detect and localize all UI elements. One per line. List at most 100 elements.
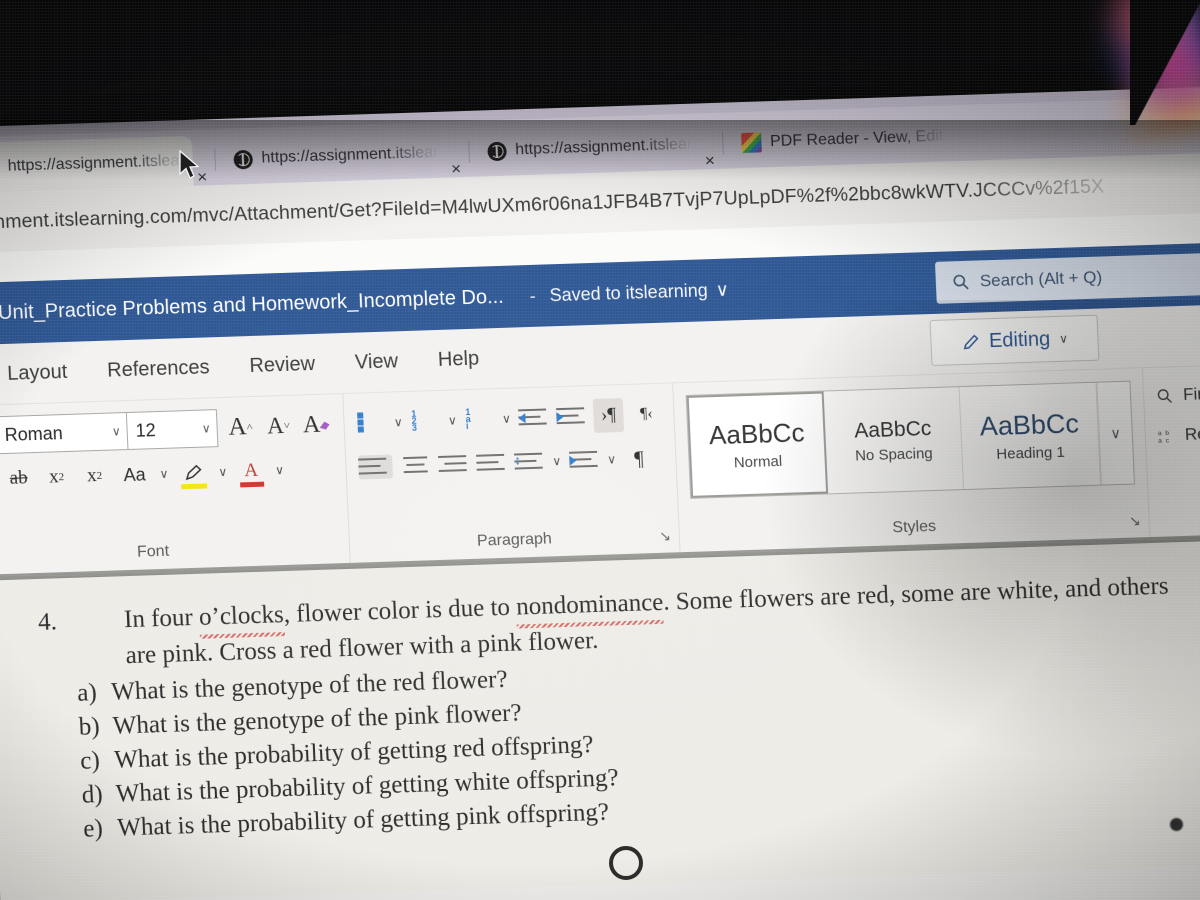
- list-item-letter: b): [78, 713, 101, 741]
- paragraph-text-a: In four: [123, 603, 200, 634]
- shading-caret-icon[interactable]: ∨: [607, 452, 616, 466]
- tab-close-icon-2[interactable]: ×: [447, 159, 466, 178]
- line-spacing-caret-icon[interactable]: ∨: [552, 454, 561, 468]
- right-to-left-icon[interactable]: ¶‹: [631, 397, 662, 432]
- document-page[interactable]: 4. In four o’clocks, flower color is due …: [0, 539, 1200, 900]
- eraser-icon: [319, 421, 330, 430]
- justify-icon[interactable]: [476, 451, 507, 476]
- misspelled-word-nondominance: nondominance: [515, 585, 664, 625]
- font-size-combobox[interactable]: 12 ∨: [126, 409, 219, 450]
- style-preview: AaBbCc: [708, 417, 806, 451]
- save-status[interactable]: - Saved to itslearning ∨: [529, 279, 729, 306]
- paragraph-group-label: Paragraph: [476, 530, 553, 550]
- replace-icon: a b a c: [1158, 429, 1170, 444]
- multilevel-caret-icon[interactable]: ∨: [502, 412, 511, 426]
- style-normal[interactable]: AaBbCc Normal: [686, 391, 828, 498]
- font-group-row-2: U ab x2 x2 Aa ∨: [0, 446, 335, 502]
- subscript-mark: 2: [58, 471, 65, 484]
- subscript-button[interactable]: x2: [41, 460, 72, 495]
- search-input[interactable]: Search (Alt + Q): [934, 251, 1200, 304]
- list-item-letter: d): [81, 780, 104, 809]
- style-preview: AaBbCc: [979, 408, 1080, 442]
- replace-button[interactable]: a b a c Re: [1157, 412, 1200, 455]
- increase-indent-icon[interactable]: [555, 404, 586, 429]
- font-group-label: Font: [136, 542, 170, 561]
- align-right-icon[interactable]: [438, 452, 469, 477]
- change-case-caret-icon[interactable]: ∨: [159, 467, 168, 481]
- browser-tab-label: https://assignment.itslear: [514, 135, 693, 159]
- font-color-caret-icon[interactable]: ∨: [275, 463, 284, 477]
- style-name: Normal: [733, 452, 783, 472]
- style-name: No Spacing: [854, 444, 934, 465]
- shading-icon[interactable]: [568, 448, 600, 473]
- list-item-letter: a): [76, 679, 98, 707]
- document-title: lete Unit_Practice Problems and Homework…: [0, 285, 505, 325]
- tab-help[interactable]: Help: [437, 347, 479, 371]
- replace-label: Re: [1184, 424, 1200, 444]
- styles-more-caret-icon[interactable]: ∨: [1096, 381, 1135, 485]
- tab-layout[interactable]: Layout: [7, 360, 68, 385]
- numbering-caret-icon[interactable]: ∨: [448, 413, 457, 427]
- question-number: 4.: [37, 608, 58, 636]
- chevron-down-icon: ∨: [111, 424, 121, 439]
- grow-font-button[interactable]: A ˄: [225, 410, 256, 445]
- font-name-value: lew Roman: [0, 422, 64, 446]
- clear-formatting-button[interactable]: A: [301, 407, 332, 442]
- font-color-label: A: [243, 459, 259, 482]
- superscript-button[interactable]: x2: [79, 459, 110, 494]
- tab-view[interactable]: View: [354, 350, 398, 374]
- title-dash: -: [529, 285, 537, 306]
- document-canvas: 4. In four o’clocks, flower color is due …: [0, 532, 1200, 900]
- browser-tab-3[interactable]: https://assignment.itslear: [472, 119, 701, 176]
- styles-dialog-launcher[interactable]: ↘: [1129, 512, 1141, 529]
- style-preview: AaBbCc: [853, 416, 932, 443]
- align-left-icon[interactable]: [357, 454, 394, 480]
- browser-tab-4[interactable]: PDF Reader - View, Edit,: [726, 111, 957, 168]
- strikethrough-button[interactable]: ab: [3, 461, 34, 496]
- pdf-reader-icon: [740, 132, 762, 154]
- change-case-button[interactable]: Aa: [117, 457, 152, 492]
- line-spacing-icon[interactable]: ↕: [514, 450, 545, 475]
- shrink-font-mark: ˅: [283, 419, 291, 432]
- tab-close-icon-3[interactable]: ×: [701, 151, 720, 170]
- tab-references[interactable]: References: [107, 356, 210, 382]
- editing-group-label: Edit: [1149, 507, 1200, 529]
- shrink-font-button[interactable]: A ˅: [263, 409, 294, 444]
- text-highlight-button[interactable]: [176, 455, 211, 490]
- pencil-icon: [963, 334, 978, 349]
- decrease-indent-icon[interactable]: [518, 405, 548, 430]
- superscript-base: x: [86, 465, 98, 487]
- font-color-swatch: [239, 481, 264, 488]
- show-formatting-marks-icon[interactable]: ¶: [623, 441, 654, 476]
- numbering-icon[interactable]: 123: [410, 409, 440, 434]
- style-no-spacing[interactable]: AaBbCc No Spacing: [823, 387, 965, 494]
- find-button[interactable]: Fin: [1155, 372, 1200, 415]
- strikethrough-label: ab: [9, 467, 29, 489]
- style-heading-1[interactable]: AaBbCc Heading 1: [959, 382, 1101, 490]
- left-to-right-icon[interactable]: ›¶: [592, 398, 625, 433]
- shrink-font-label: A: [266, 412, 285, 439]
- bullets-caret-icon[interactable]: ∨: [394, 415, 403, 429]
- font-name-combobox[interactable]: lew Roman ∨: [0, 412, 129, 456]
- editing-mode-button[interactable]: Editing ∨: [929, 314, 1100, 367]
- bullets-icon[interactable]: [356, 411, 386, 436]
- font-color-button[interactable]: A: [234, 454, 267, 489]
- svg-text:c: c: [1166, 437, 1170, 444]
- tab-review[interactable]: Review: [249, 352, 316, 377]
- browser-tab-2[interactable]: https://assignment.itslear: [218, 128, 447, 185]
- paragraph-dialog-launcher[interactable]: ↘: [659, 528, 671, 545]
- multilevel-list-icon[interactable]: 1ai: [464, 407, 494, 432]
- align-center-icon[interactable]: [400, 453, 431, 478]
- tab-divider: [467, 140, 470, 163]
- browser-tab-label: PDF Reader - View, Edit,: [769, 127, 948, 151]
- tab-divider: [214, 149, 217, 172]
- style-name: Heading 1: [996, 443, 1066, 463]
- list-item-letter: e): [82, 815, 104, 843]
- chevron-down-icon[interactable]: ∨: [715, 279, 729, 300]
- browser-tab-1[interactable]: https://assignment.itslear: [0, 135, 194, 194]
- superscript-mark: 2: [96, 469, 103, 483]
- misspelled-word-oclocks: o’clocks: [198, 597, 284, 635]
- styles-gallery: AaBbCc Normal AaBbCc No Spacing AaBbCc H…: [685, 380, 1136, 499]
- globe-icon: [233, 149, 253, 169]
- highlight-caret-icon[interactable]: ∨: [218, 465, 227, 479]
